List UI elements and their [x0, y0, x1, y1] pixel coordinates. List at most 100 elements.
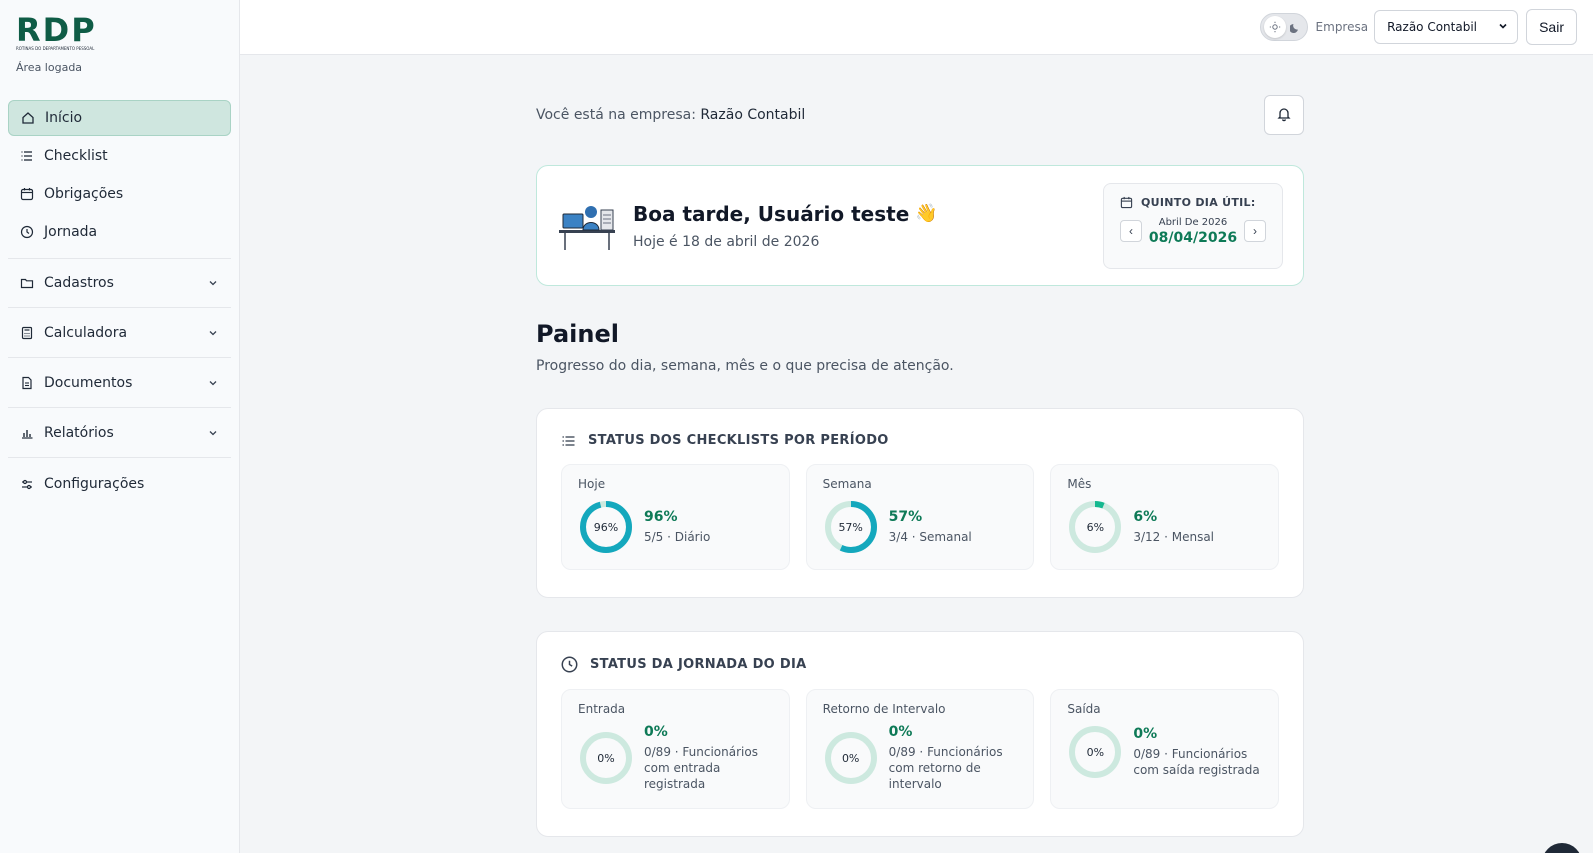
tile-body: 96% 96% 5/5 · Diário [578, 499, 773, 555]
tile-percent: 0% [888, 724, 913, 740]
tile-stats: 0% 0/89 · Funcionários com saída registr… [1133, 726, 1262, 778]
fifth-business-day-month: Abril De 2026 [1158, 216, 1228, 228]
tile-label: Mês [1067, 477, 1092, 491]
main-content: Você está na empresa: Razão Contabil Boa… [536, 55, 1304, 837]
fifth-business-day-box: QUINTO DIA ÚTIL: ‹ Abril De 2026 08/04/2… [1103, 182, 1283, 269]
company-label: Empresa [1315, 20, 1369, 34]
jornada-tile-saida[interactable]: Saída 0% 0% 0/89 · Funcionários com saíd… [1050, 689, 1280, 809]
fifth-business-day-date: 08/04/2026 [1148, 229, 1238, 246]
current-company-row: Você está na empresa: Razão Contabil [536, 95, 1304, 135]
next-month-button[interactable]: › [1244, 220, 1266, 242]
fifth-business-day-label: QUINTO DIA ÚTIL: [1141, 195, 1256, 209]
tile-stats: 96% 5/5 · Diário [644, 509, 710, 545]
current-company-text: Você está na empresa: Razão Contabil [536, 107, 805, 123]
calculator-icon [20, 326, 34, 340]
logo[interactable]: RDP ROTINAS DO DEPARTAMENTO PESSOAL [16, 14, 100, 51]
tile-percent: 96% [644, 509, 678, 525]
tile-body: 57% 57% 3/4 · Semanal [823, 499, 1018, 555]
list-icon [20, 149, 34, 163]
sidebar-item-label: Relatórios [44, 424, 114, 441]
sidebar-item-label: Cadastros [44, 275, 114, 291]
sidebar-nav: Início Checklist Obrigações Jornada Cada… [0, 90, 239, 502]
current-company-name: Razão Contabil [700, 107, 806, 123]
floating-action-button[interactable] [1542, 843, 1582, 853]
sidebar-item-label: Obrigações [44, 186, 124, 202]
brand: RDP ROTINAS DO DEPARTAMENTO PESSOAL Área… [0, 0, 239, 90]
progress-ring: 6% [1067, 499, 1123, 555]
progress-ring: 0% [578, 730, 634, 786]
jornada-tile-retorno-intervalo[interactable]: Retorno de Intervalo 0% 0% 0/89 · Funcio… [805, 689, 1035, 809]
progress-ring-label: 0% [597, 751, 615, 765]
sidebar-item-inicio[interactable]: Início [8, 100, 231, 136]
current-company-prefix: Você está na empresa: [536, 107, 696, 123]
tile-body: 0% 0% 0/89 · Funcionários com entrada re… [578, 724, 773, 792]
sidebar-item-label: Início [45, 110, 83, 126]
sidebar-item-jornada[interactable]: Jornada [8, 214, 231, 250]
notifications-button[interactable] [1264, 95, 1304, 135]
sidebar-item-checklist[interactable]: Checklist [8, 138, 231, 174]
clock-icon [20, 225, 34, 239]
sidebar-item-relatorios[interactable]: Relatórios [8, 415, 231, 451]
tile-description: 3/4 · Semanal [888, 530, 972, 544]
fifth-business-day-header: QUINTO DIA ÚTIL: [1120, 196, 1266, 209]
tile-percent: 0% [1133, 726, 1158, 742]
checklist-tile-semana[interactable]: Semana 57% 57% 3/4 · Semanal [805, 464, 1035, 570]
jornada-tile-entrada[interactable]: Entrada 0% 0% 0/89 · Funcionários com en… [561, 689, 790, 809]
sidebar: RDP ROTINAS DO DEPARTAMENTO PESSOAL Área… [0, 0, 240, 853]
tile-description: 0/89 · Funcionários com retorno de inter… [888, 745, 1003, 791]
sidebar-group-cadastros: Cadastros [8, 258, 231, 308]
wave-emoji: 👋 [915, 203, 938, 224]
progress-ring-label: 0% [1086, 745, 1105, 759]
sidebar-item-documentos[interactable]: Documentos [8, 365, 231, 401]
sidebar-item-calculadora[interactable]: Calculadora [8, 315, 231, 351]
sidebar-item-label: Configurações [44, 476, 145, 492]
home-icon [21, 111, 35, 125]
progress-ring: 96% [578, 499, 634, 555]
greeting-card: Boa tarde, Usuário teste 👋 Hoje é 18 de … [536, 165, 1304, 286]
progress-ring-label: 6% [1086, 520, 1105, 534]
chevron-down-icon [207, 327, 219, 339]
bar-chart-icon [20, 426, 34, 440]
greeting-illustration [557, 200, 619, 252]
checklist-tile-mes[interactable]: Mês 6% 6% 3/12 · Mensal [1050, 464, 1280, 570]
checklist-status-title: STATUS DOS CHECKLISTS POR PERÍODO [588, 433, 889, 448]
moon-icon [1289, 22, 1301, 33]
chevron-down-icon [207, 427, 219, 439]
jornada-status-title: STATUS DA JORNADA DO DIA [590, 657, 807, 672]
tile-body: 0% 0% 0/89 · Funcionários com saída regi… [1067, 724, 1262, 780]
theme-toggle[interactable] [1259, 13, 1308, 41]
chevron-down-icon [1497, 20, 1509, 35]
tile-description: 5/5 · Diário [644, 530, 711, 544]
tile-percent: 57% [888, 509, 923, 525]
logout-button[interactable]: Sair [1526, 9, 1577, 45]
sidebar-item-label: Jornada [44, 224, 98, 240]
greeting-date: Hoje é 18 de abril de 2026 [633, 233, 820, 250]
sidebar-group-calculadora: Calculadora [8, 308, 231, 358]
progress-ring-label: 96% [593, 520, 619, 534]
greeting-title: Boa tarde, Usuário teste 👋 [633, 202, 1103, 226]
checklist-tile-hoje[interactable]: Hoje 96% 96% 5/5 · Diário [561, 464, 790, 570]
tile-description: 3/12 · Mensal [1133, 530, 1215, 544]
tile-body: 0% 0% 0/89 · Funcionários com retorno de… [823, 724, 1018, 792]
clock-icon [561, 656, 578, 673]
chevron-down-icon [207, 277, 219, 289]
sidebar-group-relatorios: Relatórios [8, 408, 231, 458]
tile-label: Entrada [578, 702, 626, 716]
tile-stats: 57% 3/4 · Semanal [889, 509, 972, 545]
progress-ring: 57% [823, 499, 879, 555]
jornada-status-card: STATUS DA JORNADA DO DIA Entrada 0% 0% 0… [536, 631, 1304, 837]
sidebar-item-cadastros[interactable]: Cadastros [8, 265, 231, 301]
sidebar-item-obrigacoes[interactable]: Obrigações [8, 176, 231, 212]
sidebar-item-configuracoes[interactable]: Configurações [8, 466, 231, 502]
fifth-business-day-body: ‹ Abril De 2026 08/04/2026 › [1120, 217, 1266, 246]
tile-label: Retorno de Intervalo [822, 702, 946, 716]
fifth-business-day-center: Abril De 2026 08/04/2026 [1149, 217, 1237, 246]
company-select-value: Razão Contabil [1387, 20, 1477, 34]
page-subtitle: Progresso do dia, semana, mês e o que pr… [536, 358, 954, 374]
bell-icon [1276, 106, 1292, 125]
area-label: Área logada [16, 61, 83, 74]
company-select[interactable]: Razão Contabil [1374, 10, 1519, 44]
sidebar-item-label: Checklist [44, 148, 108, 164]
prev-month-button[interactable]: ‹ [1120, 220, 1142, 242]
topbar: Empresa Razão Contabil Sair [240, 0, 1593, 55]
